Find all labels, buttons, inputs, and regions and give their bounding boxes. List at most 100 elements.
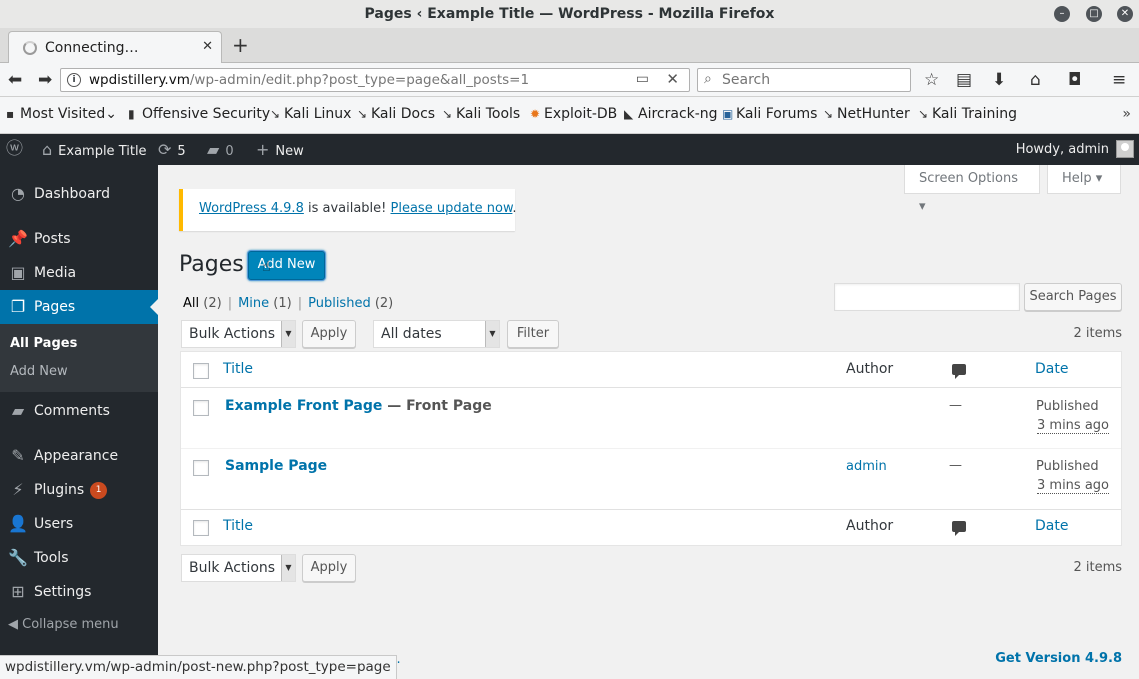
library-icon[interactable]: ▤ <box>956 69 972 91</box>
help-button[interactable]: Help ▾ <box>1047 165 1121 194</box>
row-checkbox[interactable] <box>193 400 209 416</box>
bookmarks-toolbar: ▪ Most Visited⌄ ▮ Offensive Security ↘ Kali… <box>0 97 1139 134</box>
get-version-link[interactable]: Get Version 4.9.8 <box>995 651 1122 666</box>
new-tab-icon[interactable]: + <box>232 33 249 57</box>
new-content-link[interactable]: + New <box>256 134 304 165</box>
column-date-header[interactable]: Date <box>1035 361 1068 377</box>
date-filter-select[interactable]: All dates ▼ <box>373 320 500 348</box>
sidebar-item-posts[interactable]: 📌 Posts <box>0 222 158 256</box>
bookmark-kali-forums[interactable]: ▣ Kali Forums <box>722 106 817 122</box>
search-input[interactable] <box>720 71 900 89</box>
comment-bubble-icon: ▰ <box>207 140 220 159</box>
browser-tab[interactable]: Connecting… ✕ <box>8 31 222 63</box>
column-title-footer[interactable]: Title <box>223 518 253 534</box>
select-all-checkbox[interactable] <box>193 363 209 379</box>
date-status: Published <box>1036 459 1099 474</box>
view-mine[interactable]: Mine <box>238 296 269 311</box>
downloads-icon[interactable]: ⬇ <box>992 69 1006 91</box>
bookmark-kali-linux[interactable]: ↘ Kali Linux <box>270 106 351 122</box>
back-icon[interactable]: ⬅ <box>8 69 22 91</box>
menu-icon[interactable]: ≡ <box>1112 69 1126 91</box>
wordpress-logo-icon[interactable]: ⓦ <box>6 134 23 165</box>
home-icon: ⌂ <box>42 140 53 159</box>
filter-button[interactable]: Filter <box>507 320 559 348</box>
pocket-icon[interactable]: ◘ <box>1068 69 1081 91</box>
apply-button-top[interactable]: Apply <box>302 320 356 348</box>
comments-column-icon[interactable] <box>952 521 966 536</box>
kali-icon: ↘ <box>357 107 368 121</box>
minimize-icon[interactable]: – <box>1054 6 1070 22</box>
sidebar-item-plugins[interactable]: ⚡ Plugins 1 <box>0 473 158 507</box>
sidebar-item-tools[interactable]: 🔧 Tools <box>0 541 158 575</box>
sidebar-item-appearance[interactable]: ✎ Appearance <box>0 439 158 473</box>
collapse-menu-button[interactable]: ◀ Collapse menu <box>8 617 119 632</box>
sidebar-item-media[interactable]: ▣ Media <box>0 256 158 290</box>
my-account-link[interactable]: Howdy, admin <box>1016 134 1109 165</box>
sidebar-item-users[interactable]: 👤 Users <box>0 507 158 541</box>
search-pages-input[interactable] <box>834 283 1020 311</box>
more-bookmarks-icon[interactable]: » <box>1122 106 1131 122</box>
pages-icon: ❐ <box>10 297 26 316</box>
sidebar-item-pages[interactable]: ❐ Pages <box>0 290 158 324</box>
window-title: Pages ‹ Example Title — WordPress - Mozi… <box>0 0 1139 28</box>
avatar[interactable] <box>1116 140 1134 158</box>
submenu-add-new[interactable]: Add New <box>10 364 68 379</box>
apply-button-bottom[interactable]: Apply <box>302 554 356 582</box>
hand-cursor-icon: ☝ <box>262 259 271 275</box>
close-window-icon[interactable]: ✕ <box>1117 6 1133 22</box>
maximize-icon[interactable]: □ <box>1086 6 1102 22</box>
url-bar[interactable]: i wpdistillery.vm/wp-admin/edit.php?post… <box>60 68 690 92</box>
row-checkbox[interactable] <box>193 460 209 476</box>
wrench-icon: 🔧 <box>8 548 28 567</box>
add-new-button[interactable]: Add New <box>248 251 325 280</box>
updates-link[interactable]: ⟳ 5 <box>158 134 186 165</box>
sidebar-item-dashboard[interactable]: ◔ Dashboard <box>0 177 158 211</box>
kali-icon: ↘ <box>442 107 453 121</box>
comments-link[interactable]: ▰ 0 <box>207 134 234 165</box>
sidebar-item-comments[interactable]: ▰ Comments <box>0 394 158 428</box>
search-pages-button[interactable]: Search Pages <box>1024 283 1122 311</box>
offsec-icon: ▮ <box>128 107 135 121</box>
date-relative: 3 mins ago <box>1037 418 1109 434</box>
screen-options-button[interactable]: Screen Options ▾ <box>904 165 1040 214</box>
wp-admin-bar: ⓦ ⌂ Example Title ⟳ 5 ▰ 0 + New Howdy, admin <box>0 134 1139 165</box>
page-title-link[interactable]: Example Front Page — Front Page <box>225 398 492 414</box>
select-all-checkbox-bottom[interactable] <box>193 520 209 536</box>
bookmark-kali-docs[interactable]: ↘ Kali Docs <box>357 106 435 122</box>
column-title-header[interactable]: Title <box>223 361 253 377</box>
tab-strip: Connecting… ✕ <box>0 28 1139 63</box>
submenu-all-pages[interactable]: All Pages <box>10 336 77 351</box>
bookmark-exploit-db[interactable]: ✹ Exploit-DB <box>530 106 617 122</box>
bookmark-most-visited[interactable]: ▪ Most Visited⌄ <box>6 106 117 122</box>
users-icon: 👤 <box>8 514 28 533</box>
view-published[interactable]: Published <box>308 296 371 311</box>
stop-icon[interactable]: ✕ <box>666 70 679 88</box>
comments-icon: ▰ <box>11 401 25 420</box>
update-now-link[interactable]: Please update now <box>391 201 513 216</box>
bookmark-kali-tools[interactable]: ↘ Kali Tools <box>442 106 520 122</box>
date-status: Published <box>1036 399 1099 414</box>
view-all[interactable]: All <box>183 296 199 311</box>
page-title-link[interactable]: Sample Page <box>225 458 327 474</box>
info-icon[interactable]: i <box>67 73 81 87</box>
close-tab-icon[interactable]: ✕ <box>202 39 213 54</box>
site-name-link[interactable]: ⌂ Example Title <box>42 134 147 165</box>
bookmark-star-icon[interactable]: ☆ <box>924 69 939 91</box>
bookmark-kali-training[interactable]: ↘ Kali Training <box>918 106 1017 122</box>
home-icon[interactable]: ⌂ <box>1030 69 1041 91</box>
sidebar-item-settings[interactable]: ⊞ Settings <box>0 575 158 609</box>
column-date-footer[interactable]: Date <box>1035 518 1068 534</box>
chevron-down-icon: ▼ <box>281 555 295 581</box>
page-title: Pages <box>179 252 244 277</box>
reader-view-icon[interactable]: ▭ <box>636 71 649 87</box>
comments-column-icon[interactable] <box>952 364 966 379</box>
wordpress-version-link[interactable]: WordPress 4.9.8 <box>199 201 304 216</box>
bulk-actions-select-bottom[interactable]: Bulk Actions ▼ <box>181 554 296 582</box>
forward-icon[interactable]: ➡ <box>38 69 52 91</box>
bookmark-nethunter[interactable]: ↘ NetHunter <box>823 106 910 122</box>
search-bar[interactable]: ⌕ <box>697 68 911 92</box>
bookmark-aircrack-ng[interactable]: ◣ Aircrack-ng <box>624 106 718 122</box>
bookmark-offensive-security[interactable]: ▮ Offensive Security <box>128 106 270 122</box>
author-link[interactable]: admin <box>846 459 887 474</box>
bulk-actions-select-top[interactable]: Bulk Actions ▼ <box>181 320 296 348</box>
